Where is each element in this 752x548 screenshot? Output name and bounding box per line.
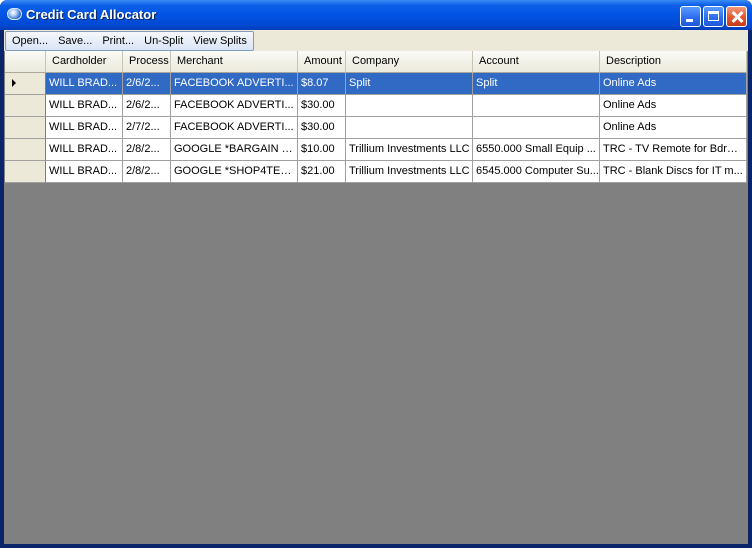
menu-view-splits[interactable]: View Splits <box>188 32 252 50</box>
menu-un-split[interactable]: Un-Split <box>139 32 188 50</box>
col-header-process[interactable]: Process <box>123 51 171 73</box>
cell-cardholder[interactable]: WILL BRAD... <box>46 117 123 139</box>
current-row-arrow-icon <box>12 79 16 87</box>
row-header[interactable] <box>5 161 46 183</box>
table-row[interactable]: WILL BRAD... 2/6/2... FACEBOOK ADVERTI... $… <box>5 95 747 117</box>
cell-cardholder[interactable]: WILL BRAD... <box>46 139 123 161</box>
cell-company[interactable]: Trillium Investments LLC <box>346 139 473 161</box>
menu-save[interactable]: Save... <box>53 32 97 50</box>
cell-description[interactable]: Online Ads <box>600 73 747 95</box>
menu-print[interactable]: Print... <box>97 32 139 50</box>
table-row[interactable]: WILL BRAD... 2/7/2... FACEBOOK ADVERTI... $… <box>5 117 747 139</box>
cell-company[interactable] <box>346 117 473 139</box>
cell-cardholder[interactable]: WILL BRAD... <box>46 161 123 183</box>
cell-cardholder[interactable]: WILL BRAD... <box>46 73 123 95</box>
cell-amount[interactable]: $21.00 <box>298 161 346 183</box>
row-header[interactable] <box>5 95 46 117</box>
cell-company[interactable]: Split <box>346 73 473 95</box>
table-row[interactable]: WILL BRAD... 2/6/2... FACEBOOK ADVERTI... $… <box>5 73 747 95</box>
cell-amount[interactable]: $10.00 <box>298 139 346 161</box>
cell-company[interactable] <box>346 95 473 117</box>
cell-company[interactable]: Trillium Investments LLC <box>346 161 473 183</box>
cell-amount[interactable]: $30.00 <box>298 117 346 139</box>
cell-amount[interactable]: $30.00 <box>298 95 346 117</box>
window-title: Credit Card Allocator <box>26 7 157 22</box>
cell-account[interactable]: 6550.000 Small Equip ... <box>473 139 600 161</box>
maximize-icon <box>708 11 719 21</box>
col-header-company[interactable]: Company <box>346 51 473 73</box>
row-header[interactable] <box>5 139 46 161</box>
col-header-account[interactable]: Account <box>473 51 600 73</box>
col-header-amount[interactable]: Amount <box>298 51 346 73</box>
cell-description[interactable]: TRC - Blank Discs for IT m... <box>600 161 747 183</box>
menu-strip: Open... Save... Print... Un-Split View S… <box>5 31 254 51</box>
grid-header: Cardholder Process Merchant Amount Compa… <box>5 51 747 73</box>
cell-account[interactable]: 6545.000 Computer Su... <box>473 161 600 183</box>
row-header[interactable] <box>5 117 46 139</box>
cell-process[interactable]: 2/8/2... <box>123 139 171 161</box>
table-row[interactable]: WILL BRAD... 2/8/2... GOOGLE *BARGAIN S...… <box>5 139 747 161</box>
col-header-merchant[interactable]: Merchant <box>171 51 298 73</box>
row-header[interactable] <box>5 73 46 95</box>
cell-account[interactable]: Split <box>473 73 600 95</box>
menu-open[interactable]: Open... <box>7 32 53 50</box>
cell-amount[interactable]: $8.07 <box>298 73 346 95</box>
cell-cardholder[interactable]: WILL BRAD... <box>46 95 123 117</box>
cell-merchant[interactable]: FACEBOOK ADVERTI... <box>171 117 298 139</box>
cell-process[interactable]: 2/7/2... <box>123 117 171 139</box>
cell-merchant[interactable]: FACEBOOK ADVERTI... <box>171 73 298 95</box>
maximize-button[interactable] <box>703 6 724 27</box>
cell-account[interactable] <box>473 95 600 117</box>
col-header-description[interactable]: Description <box>600 51 747 73</box>
cell-merchant[interactable]: GOOGLE *BARGAIN S... <box>171 139 298 161</box>
client-area: Open... Save... Print... Un-Split View S… <box>4 30 748 544</box>
credit-card-app-icon <box>7 8 22 20</box>
cell-description[interactable]: Online Ads <box>600 117 747 139</box>
cell-description[interactable]: Online Ads <box>600 95 747 117</box>
title-bar[interactable]: Credit Card Allocator <box>0 0 752 30</box>
minimize-button[interactable] <box>680 6 701 27</box>
cell-account[interactable] <box>473 117 600 139</box>
close-button[interactable] <box>726 6 747 27</box>
menu-bar: Open... Save... Print... Un-Split View S… <box>4 30 748 51</box>
cell-process[interactable]: 2/8/2... <box>123 161 171 183</box>
app-window: Credit Card Allocator Open... Save... Pr… <box>0 0 752 548</box>
cell-process[interactable]: 2/6/2... <box>123 73 171 95</box>
table-row[interactable]: WILL BRAD... 2/8/2... GOOGLE *SHOP4TEC... $… <box>5 161 747 183</box>
minimize-icon <box>686 19 693 22</box>
cell-merchant[interactable]: GOOGLE *SHOP4TEC... <box>171 161 298 183</box>
col-header-cardholder[interactable]: Cardholder <box>46 51 123 73</box>
cell-merchant[interactable]: FACEBOOK ADVERTI... <box>171 95 298 117</box>
cell-description[interactable]: TRC - TV Remote for Bdrm ... <box>600 139 747 161</box>
header-corner[interactable] <box>5 51 46 73</box>
cell-process[interactable]: 2/6/2... <box>123 95 171 117</box>
